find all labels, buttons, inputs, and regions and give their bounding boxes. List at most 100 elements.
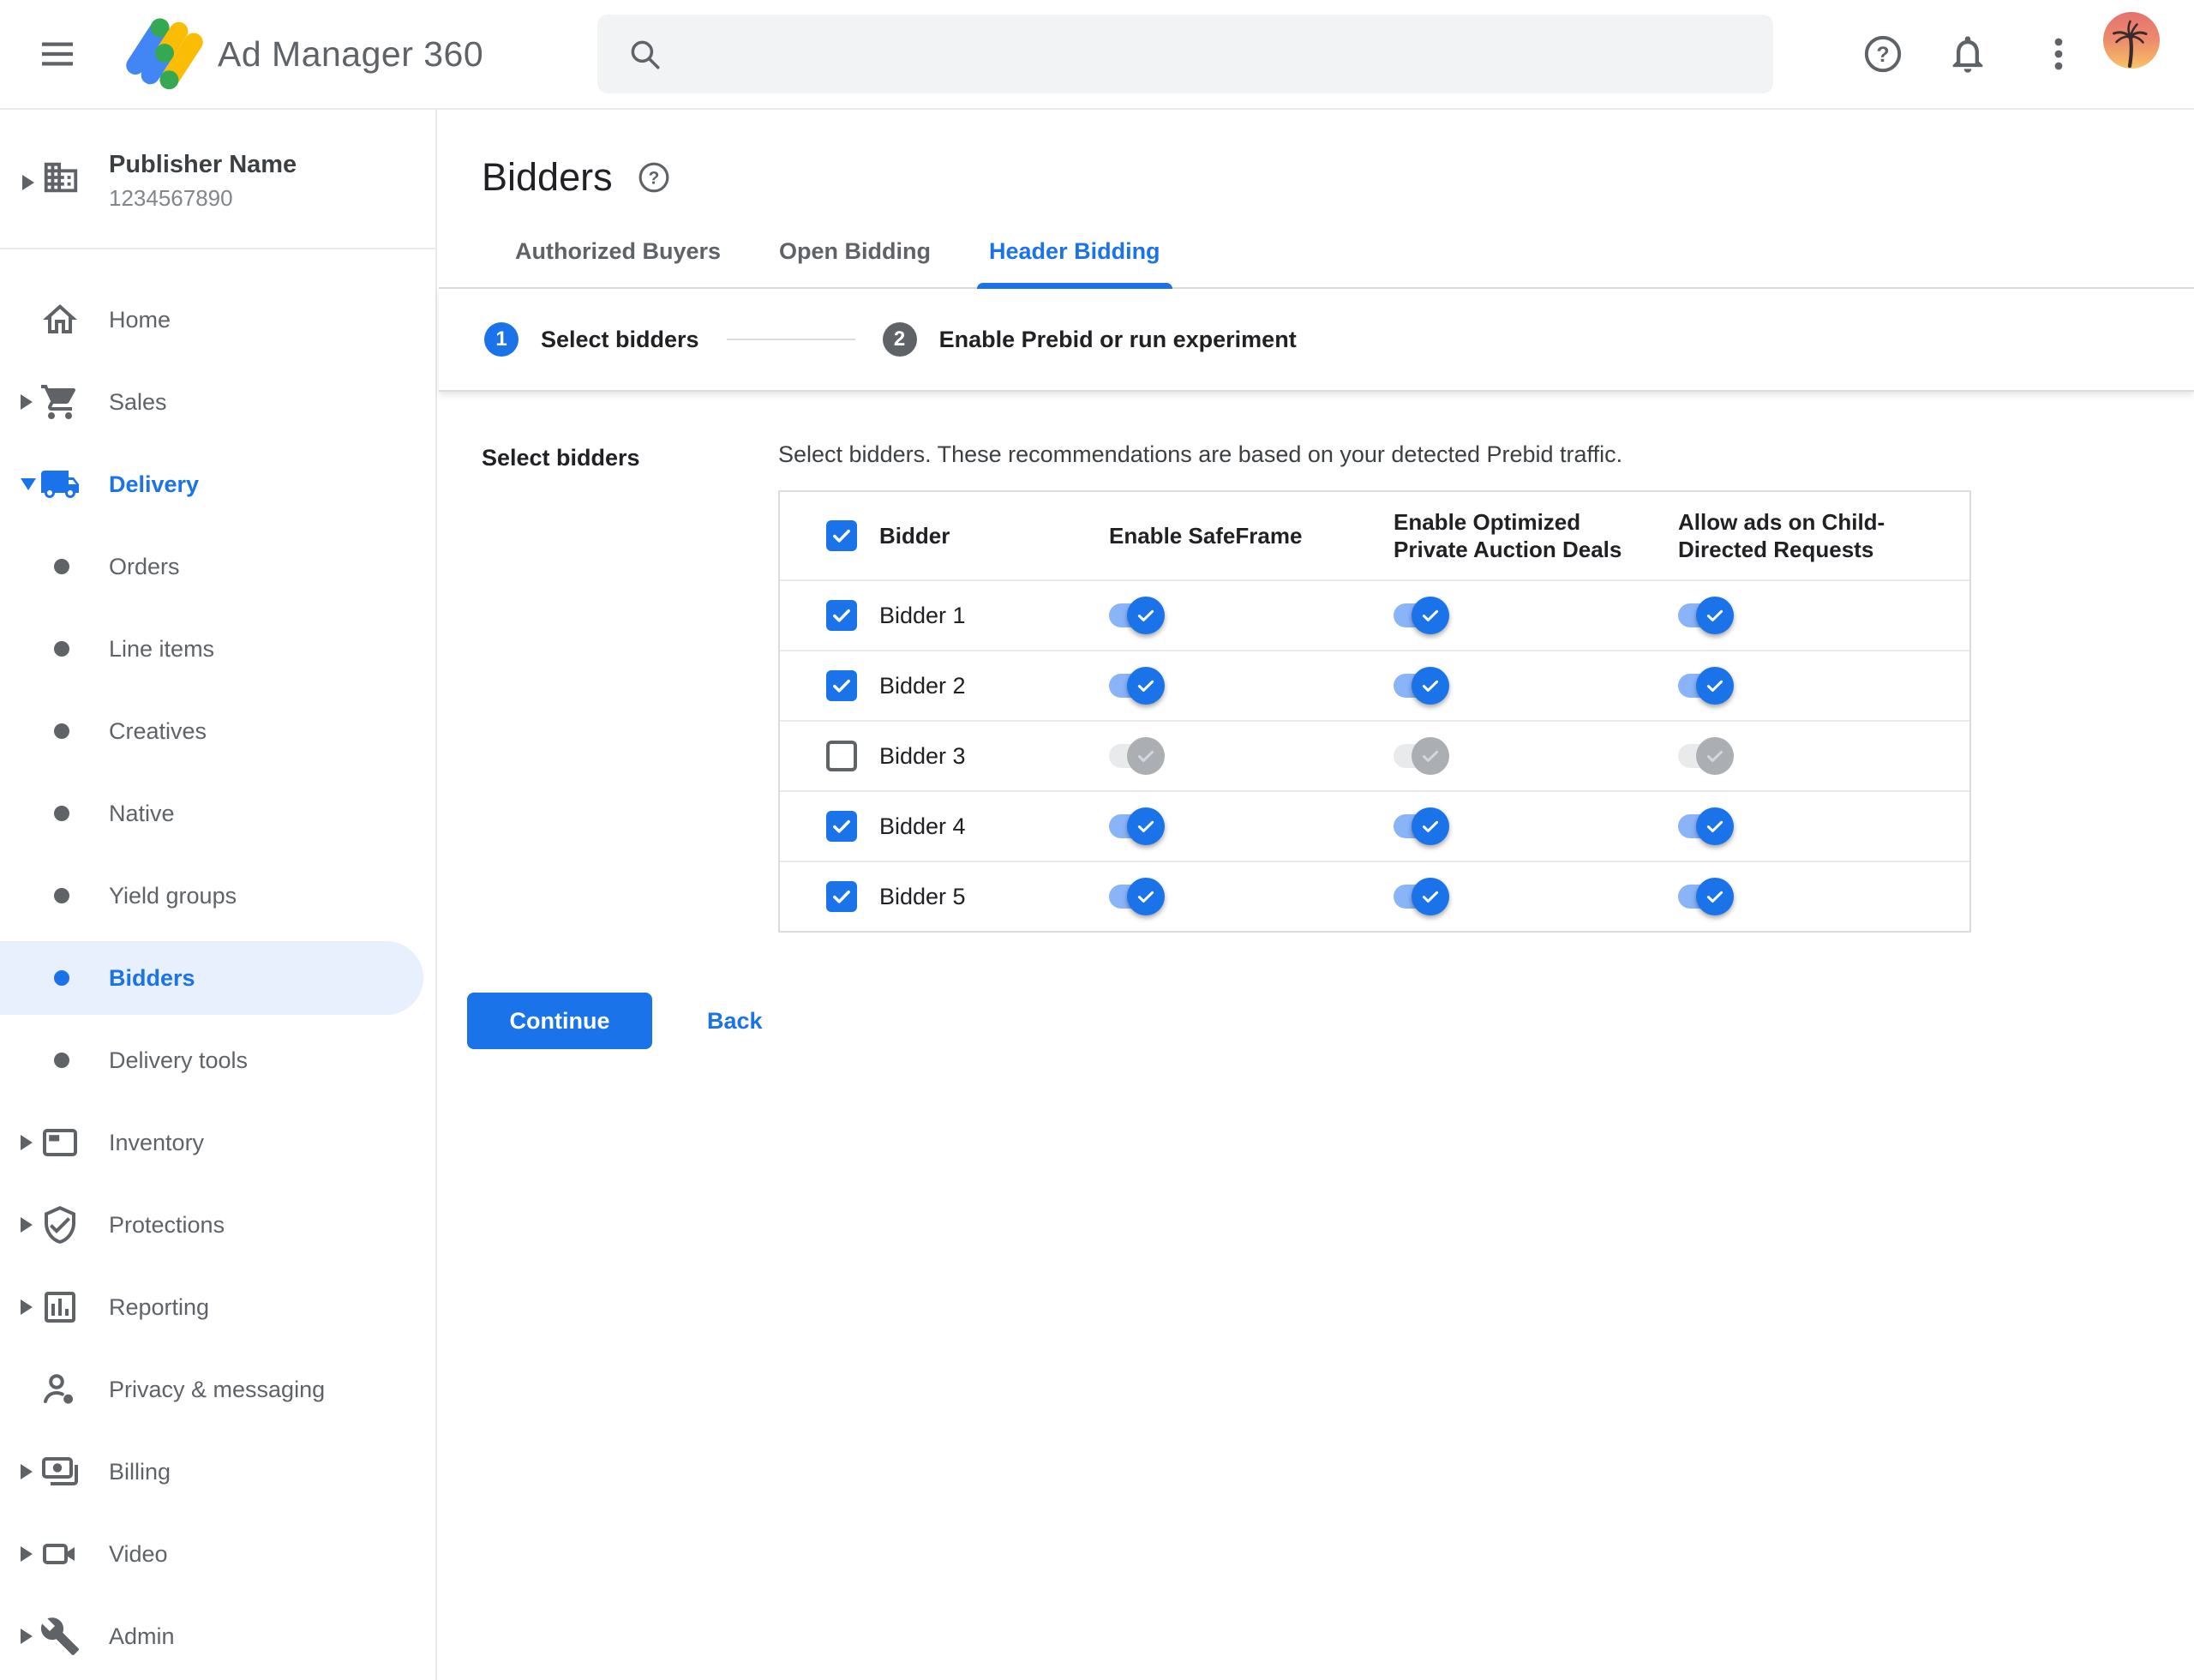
row-checkbox[interactable]	[826, 881, 857, 912]
bidder-name: Bidder 4	[879, 813, 966, 839]
sidebar-item-inventory[interactable]: Inventory	[0, 1101, 435, 1184]
optimized-toggle[interactable]	[1394, 735, 1450, 777]
sidebar-item-privacy-messaging[interactable]: Privacy & messaging	[0, 1348, 435, 1431]
tab-bar: Authorized Buyers Open Bidding Header Bi…	[439, 238, 2194, 289]
safeframe-toggle[interactable]	[1109, 595, 1166, 636]
person-badge-icon	[39, 1369, 81, 1410]
child-directed-toggle[interactable]	[1678, 735, 1735, 777]
svg-text:?: ?	[1876, 43, 1889, 67]
safeframe-toggle[interactable]	[1109, 806, 1166, 847]
sidebar-item-billing[interactable]: Billing	[0, 1431, 435, 1513]
videocam-icon	[39, 1533, 81, 1575]
bar-chart-icon	[39, 1287, 81, 1328]
sidebar-item-native[interactable]: Native	[0, 772, 435, 855]
col-header-safeframe: Enable SafeFrame	[1109, 522, 1303, 549]
collapse-icon	[21, 478, 36, 490]
child-directed-toggle[interactable]	[1678, 595, 1735, 636]
safeframe-toggle[interactable]	[1109, 876, 1166, 917]
table-row: Bidder 3	[780, 722, 1969, 792]
table-row: Bidder 1	[780, 581, 1969, 651]
cart-icon	[39, 381, 81, 423]
table-row: Bidder 4	[780, 792, 1969, 862]
wrench-icon	[39, 1616, 81, 1657]
bullet-icon	[54, 888, 69, 903]
search-input[interactable]	[683, 39, 1773, 69]
avatar[interactable]	[2103, 12, 2160, 69]
expand-icon	[21, 394, 33, 410]
optimized-toggle[interactable]	[1394, 595, 1450, 636]
ad-manager-screen: Ad Manager 360 ? Publisher Name 12345678…	[0, 0, 2194, 1680]
table-row: Bidder 5	[780, 862, 1969, 931]
expand-icon	[21, 1299, 33, 1315]
expand-icon	[21, 1135, 33, 1150]
sidebar-item-delivery[interactable]: Delivery	[0, 443, 435, 525]
child-directed-toggle[interactable]	[1678, 806, 1735, 847]
step-2-label: Enable Prebid or run experiment	[938, 326, 1297, 352]
app-title: Ad Manager 360	[218, 33, 484, 74]
bidder-name: Bidder 2	[879, 672, 966, 699]
sidebar-item-sales[interactable]: Sales	[0, 361, 435, 443]
safeframe-toggle[interactable]	[1109, 735, 1166, 777]
select-all-checkbox[interactable]	[826, 520, 857, 551]
bullet-icon	[54, 723, 69, 739]
expand-icon	[21, 1629, 33, 1644]
sidebar-item-creatives[interactable]: Creatives	[0, 690, 435, 772]
safeframe-toggle[interactable]	[1109, 665, 1166, 706]
notifications-icon[interactable]	[1945, 0, 1990, 108]
sidebar-item-yield-groups[interactable]: Yield groups	[0, 855, 435, 937]
sidebar-item-reporting[interactable]: Reporting	[0, 1266, 435, 1348]
tab-header-bidding[interactable]: Header Bidding	[977, 238, 1172, 289]
bullet-icon	[54, 806, 69, 821]
optimized-toggle[interactable]	[1394, 876, 1450, 917]
expand-icon	[21, 1546, 33, 1562]
section-description: Select bidders. These recommendations ar…	[778, 441, 1623, 467]
page-title: Bidders	[482, 155, 613, 199]
sidebar-item-admin[interactable]: Admin	[0, 1595, 435, 1677]
sidebar-item-video[interactable]: Video	[0, 1513, 435, 1595]
publisher-name: Publisher Name	[109, 151, 297, 178]
top-app-bar: Ad Manager 360 ?	[0, 0, 2194, 110]
row-checkbox[interactable]	[826, 741, 857, 771]
back-button[interactable]: Back	[695, 1008, 775, 1035]
help-icon[interactable]: ?	[1861, 0, 1904, 108]
tab-open-bidding[interactable]: Open Bidding	[767, 238, 943, 287]
sidebar-item-orders[interactable]: Orders	[0, 525, 435, 608]
expand-publisher-icon[interactable]	[22, 175, 34, 190]
search-bar[interactable]	[597, 15, 1773, 93]
sidebar-item-home[interactable]: Home	[0, 279, 435, 361]
tab-authorized-buyers[interactable]: Authorized Buyers	[503, 238, 733, 287]
row-checkbox[interactable]	[826, 670, 857, 701]
sidebar-item-line-items[interactable]: Line items	[0, 608, 435, 690]
optimized-toggle[interactable]	[1394, 665, 1450, 706]
building-icon	[41, 158, 81, 201]
truck-icon	[39, 464, 81, 505]
col-header-optimized: Enable Optimized Private Auction Deals	[1394, 508, 1622, 563]
child-directed-toggle[interactable]	[1678, 876, 1735, 917]
step-2-circle: 2	[882, 322, 917, 357]
sidebar-item-protections[interactable]: Protections	[0, 1184, 435, 1266]
continue-button[interactable]: Continue	[467, 993, 652, 1049]
sidebar-nav: Home Sales Delivery Orders Line items Cr…	[0, 249, 435, 1677]
table-header-row: Bidder Enable SafeFrame Enable Optimized…	[780, 492, 1969, 581]
bidder-name: Bidder 5	[879, 883, 966, 909]
publisher-selector[interactable]: Publisher Name 1234567890	[0, 110, 435, 249]
bullet-icon	[54, 559, 69, 574]
menu-icon[interactable]	[36, 33, 79, 75]
step-connector	[726, 339, 855, 340]
payments-icon	[39, 1451, 81, 1492]
col-header-child-directed: Allow ads on Child-Directed Requests	[1678, 508, 1885, 563]
bullet-icon	[54, 641, 69, 657]
main-content: Bidders ? Authorized Buyers Open Bidding…	[439, 110, 2194, 1680]
sidebar-item-delivery-tools[interactable]: Delivery tools	[0, 1019, 435, 1101]
col-header-bidder: Bidder	[879, 522, 950, 549]
row-checkbox[interactable]	[826, 811, 857, 842]
more-options-icon[interactable]	[2038, 0, 2079, 108]
row-checkbox[interactable]	[826, 600, 857, 631]
sidebar-item-bidders[interactable]: Bidders	[0, 941, 423, 1015]
bullet-icon	[54, 1053, 69, 1068]
page-help-icon[interactable]: ?	[637, 160, 671, 195]
child-directed-toggle[interactable]	[1678, 665, 1735, 706]
optimized-toggle[interactable]	[1394, 806, 1450, 847]
step-1-label: Select bidders	[541, 326, 699, 352]
ad-manager-logo-icon	[125, 14, 204, 93]
